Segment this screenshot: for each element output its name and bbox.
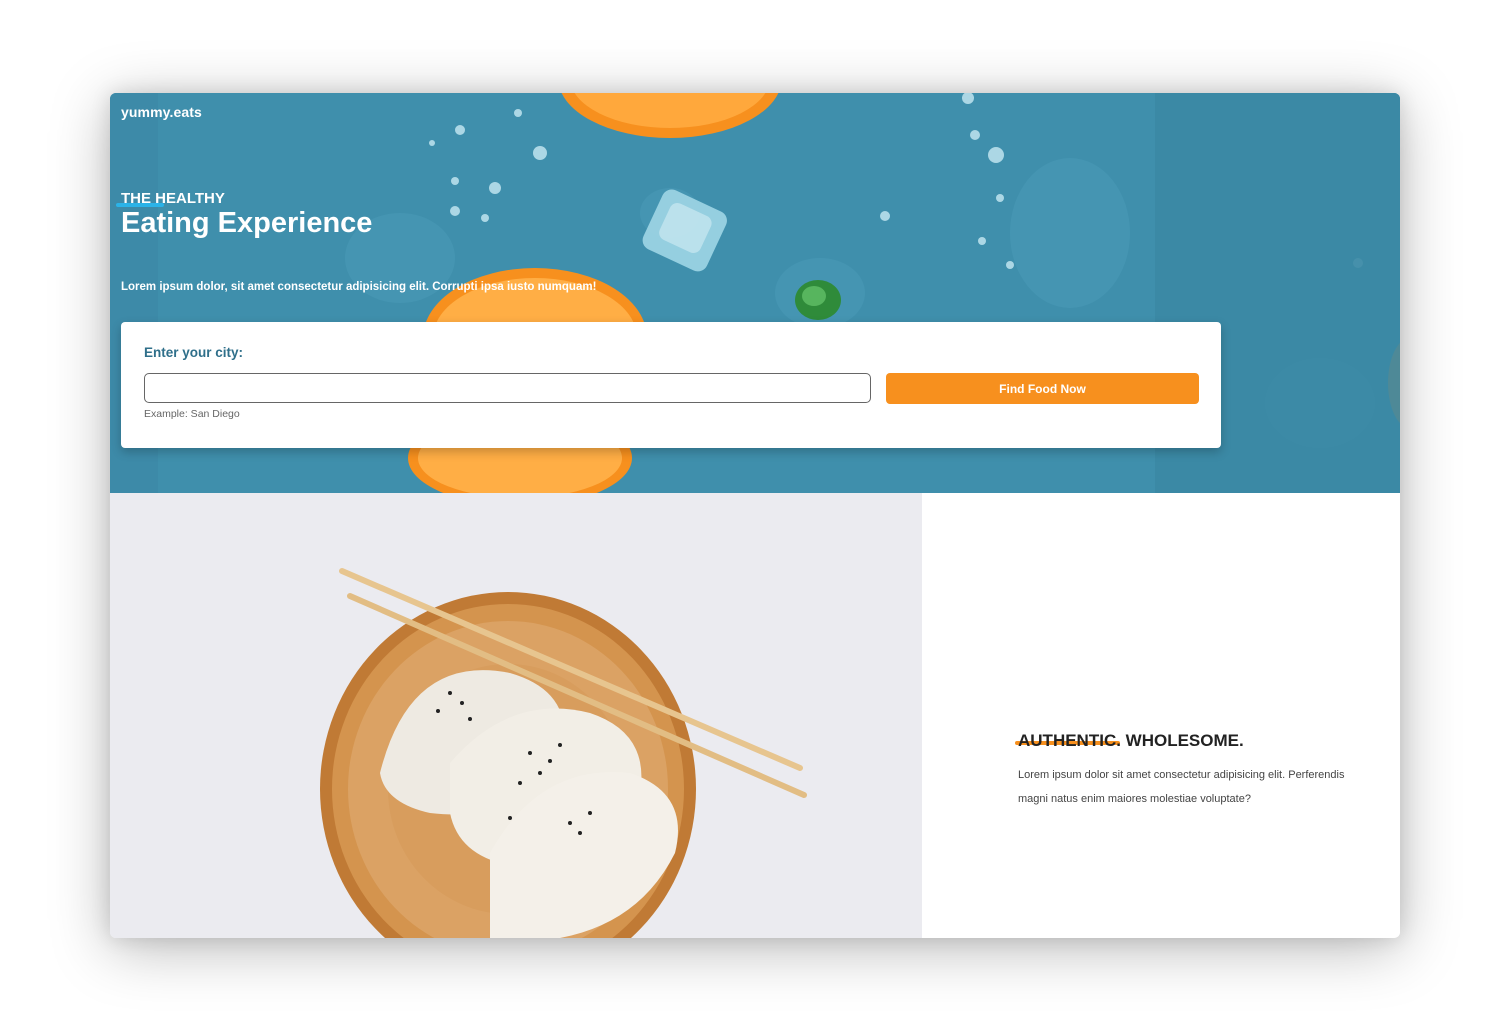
hero-subline: Lorem ipsum dolor, sit amet consectetur … <box>121 281 597 293</box>
hero-eyebrow: THE HEALTHY <box>121 190 225 207</box>
feature-body-line-1: Lorem ipsum dolor sit amet consectetur a… <box>1018 769 1345 781</box>
feature-body: Lorem ipsum dolor sit amet consectetur a… <box>1018 763 1400 811</box>
dumplings-plate-illustration <box>110 493 922 938</box>
hero-headline: Eating Experience <box>121 207 373 239</box>
feature-section: AUTHENTIC. WHOLESOME. Lorem ipsum dolor … <box>922 493 1400 938</box>
browser-frame: yummy.eats THE HEALTHY Eating Experience… <box>110 93 1400 938</box>
dumplings-image <box>110 493 922 938</box>
feature-title: AUTHENTIC. WHOLESOME. <box>1018 731 1244 750</box>
city-label: Enter your city: <box>144 345 244 360</box>
city-input-hint: Example: San Diego <box>144 408 240 420</box>
feature-body-line-2: magni natus enim maiores molestiae volup… <box>1018 793 1251 805</box>
city-input[interactable] <box>144 373 871 403</box>
find-food-button[interactable]: Find Food Now <box>886 373 1199 404</box>
site-logo[interactable]: yummy.eats <box>121 104 202 120</box>
city-search-card: Enter your city: Find Food Now Example: … <box>121 322 1221 448</box>
hero-section: yummy.eats THE HEALTHY Eating Experience… <box>110 93 1400 493</box>
